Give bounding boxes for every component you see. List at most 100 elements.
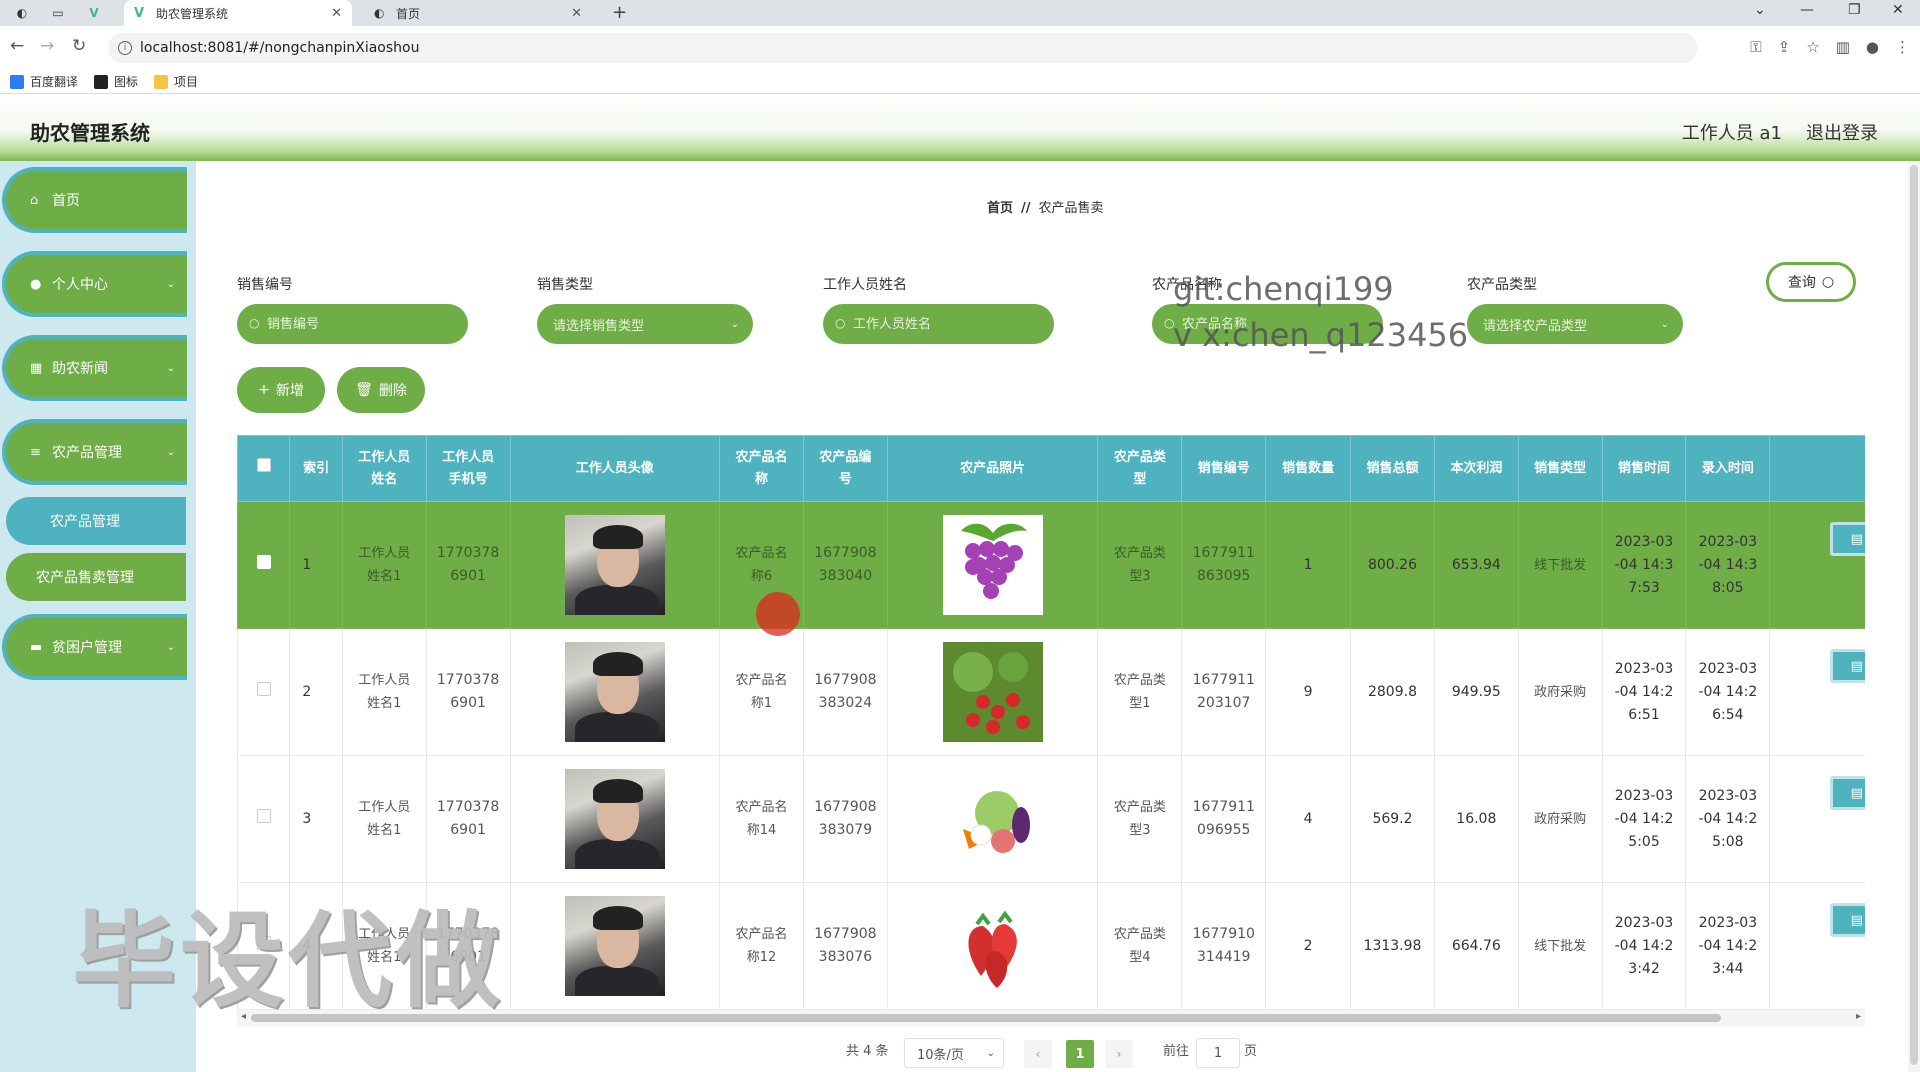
query-button[interactable]: 查询 ○ — [1766, 262, 1856, 302]
bookmark-item[interactable]: 项目 — [154, 73, 198, 90]
sidebar-item-poor-households[interactable]: ▬ 贫困户管理 ⌄ — [2, 614, 187, 680]
prev-page-button[interactable]: ‹ — [1024, 1040, 1052, 1068]
detail-button[interactable]: ▤详情 — [1830, 649, 1865, 683]
logout-link[interactable]: 退出登录 — [1806, 119, 1878, 145]
cell-product-name: 农产品名 称1 — [719, 628, 804, 756]
header-checkbox[interactable] — [237, 435, 291, 502]
chevron-down-icon: ⌄ — [166, 641, 175, 653]
chevron-down-icon[interactable]: ⌄ — [1754, 2, 1766, 18]
cell-profit: 653.94 — [1433, 501, 1519, 629]
sidebar-item-news[interactable]: ▦ 助农新闻 ⌄ — [2, 335, 187, 401]
row-checkbox-cell[interactable] — [237, 628, 291, 756]
cell-product-type: 农产品类 型3 — [1097, 755, 1183, 883]
row-checkbox-cell[interactable] — [237, 501, 291, 629]
restore-button[interactable]: ❐ — [1848, 2, 1861, 18]
watermark-text: 毕设代做 — [72, 900, 505, 1022]
chevron-down-icon: ⌄ — [166, 278, 175, 290]
chevron-right-icon: › — [1116, 1047, 1122, 1061]
cell-total: 2809.8 — [1350, 628, 1435, 756]
detail-button[interactable]: ▤详情 — [1830, 776, 1865, 810]
close-icon[interactable]: ✕ — [331, 6, 342, 21]
share-icon[interactable]: ⇪ — [1778, 38, 1791, 56]
cell-sale-type: 线下批发 — [1517, 501, 1603, 629]
detail-button[interactable]: ▤详情 — [1830, 903, 1865, 937]
cell-qty: 1 — [1265, 501, 1352, 629]
header-cell: 销售编号 — [1181, 435, 1267, 502]
worker-name-input[interactable] — [823, 304, 1054, 344]
cell-sale-time: 2023-03 -04 14:3 7:53 — [1601, 501, 1687, 629]
goto-page-input[interactable]: 1 — [1196, 1038, 1240, 1068]
sidebar-subitem-sales-mgmt[interactable]: 农产品售卖管理 — [6, 553, 186, 601]
cell-product-name: 农产品名 称14 — [719, 755, 804, 883]
sidepanel-icon[interactable]: ▥ — [1836, 38, 1850, 56]
page-size-select[interactable]: 10条/页 ⌄ — [904, 1038, 1004, 1068]
star-icon[interactable]: ☆ — [1806, 38, 1819, 56]
vertical-scrollbar[interactable] — [1908, 161, 1920, 1072]
page-unit: 页 — [1244, 1044, 1258, 1059]
pinned-tab-vue[interactable]: V — [76, 0, 112, 26]
cell-index: 2 — [289, 628, 343, 756]
reload-icon[interactable]: ↻ — [72, 36, 86, 56]
pinned-tab-globe[interactable]: ◐ — [4, 0, 40, 26]
table-row[interactable]: 3 工作人员 姓名1 1770378 6901 农产品名 称14 1677908 383… — [237, 755, 1865, 883]
forward-icon[interactable]: → — [40, 36, 54, 56]
url-bar[interactable]: i localhost:8081/#/nongchanpinXiaoshou — [108, 33, 1698, 63]
vue-icon: V — [134, 6, 145, 21]
tab-inactive[interactable]: ◐ 首页 ✕ — [364, 0, 592, 26]
close-window-button[interactable]: ✕ — [1892, 2, 1904, 18]
avatar — [564, 642, 665, 742]
breadcrumb-home[interactable]: 首页 — [987, 201, 1013, 216]
table-row[interactable]: 2 工作人员 姓名1 1770378 6901 农产品名 称1 1677908 3830… — [237, 628, 1865, 756]
sidebar-item-products[interactable]: ≡ 农产品管理 ⌄ — [2, 419, 187, 485]
tab-active[interactable]: V 助农管理系统 ✕ — [124, 0, 352, 26]
key-icon[interactable]: ⚿ — [1750, 38, 1761, 56]
sidebar-item-home[interactable]: ⌂ 首页 — [2, 167, 187, 233]
info-icon[interactable]: i — [118, 41, 132, 55]
cell-sale-time: 2023-03 -04 14:2 5:05 — [1601, 755, 1687, 883]
cell-index: 1 — [289, 501, 343, 629]
menu-icon[interactable]: ⋮ — [1895, 38, 1910, 56]
chevron-down-icon: ⌄ — [166, 446, 175, 458]
checkbox[interactable] — [256, 681, 271, 696]
header-cell: 工作人员 手机号 — [425, 435, 511, 502]
profile-icon[interactable]: ● — [1866, 38, 1879, 56]
cell-product-photo — [886, 755, 1099, 883]
page-number-current[interactable]: 1 — [1066, 1040, 1094, 1068]
avatar — [564, 769, 665, 869]
pagination-total: 共 4 条 — [846, 1044, 889, 1059]
sale-type-select[interactable]: 请选择销售类型 ⌄ — [537, 304, 753, 344]
sale-no-input[interactable] — [237, 304, 468, 344]
document-icon: ▤ — [1850, 785, 1863, 801]
cell-entry-time: 2023-03 -04 14:2 3:44 — [1685, 882, 1771, 1010]
bookmark-item[interactable]: 图标 — [94, 73, 138, 90]
cell-product-no: 1677908 383079 — [802, 755, 888, 883]
scroll-right-icon[interactable]: ▸ — [1856, 1011, 1861, 1022]
detail-button[interactable]: ▤详情 — [1830, 522, 1865, 556]
bookmark-item[interactable]: 百度翻译 — [10, 73, 78, 90]
row-checkbox-cell[interactable] — [237, 755, 291, 883]
pinned-tab-blank[interactable]: ▭ — [40, 0, 76, 26]
cell-worker-name: 工作人员 姓名1 — [341, 628, 427, 756]
cell-sale-time: 2023-03 -04 14:2 3:42 — [1601, 882, 1687, 1010]
cell-total: 800.26 — [1350, 501, 1435, 629]
sidebar-subitem-product-mgmt[interactable]: 农产品管理 — [6, 497, 186, 545]
cell-qty: 4 — [1265, 755, 1352, 883]
add-button[interactable]: + 新增 — [237, 367, 325, 413]
next-page-button[interactable]: › — [1105, 1040, 1133, 1068]
user-icon: ● — [30, 276, 42, 292]
checkbox[interactable] — [256, 554, 271, 569]
tab-title: 助农管理系统 — [156, 6, 229, 21]
header-cell: 农产品照片 — [886, 435, 1099, 502]
checkbox[interactable] — [256, 457, 271, 472]
close-icon[interactable]: ✕ — [571, 6, 582, 21]
new-tab-button[interactable]: + — [612, 2, 627, 23]
minimize-button[interactable]: — — [1800, 2, 1814, 18]
home-icon: ⌂ — [30, 192, 39, 208]
product-type-select[interactable]: 请选择农产品类型 ⌄ — [1467, 304, 1683, 344]
checkbox[interactable] — [256, 808, 271, 823]
cell-sale-no: 1677911 096955 — [1181, 755, 1267, 883]
delete-button[interactable]: 🗑 删除 — [337, 367, 425, 413]
table-row[interactable]: 1 工作人员 姓名1 1770378 6901 农产品名 称6 1677908 3830… — [237, 501, 1865, 629]
sidebar-item-profile[interactable]: ● 个人中心 ⌄ — [2, 251, 187, 317]
back-icon[interactable]: ← — [10, 36, 24, 56]
